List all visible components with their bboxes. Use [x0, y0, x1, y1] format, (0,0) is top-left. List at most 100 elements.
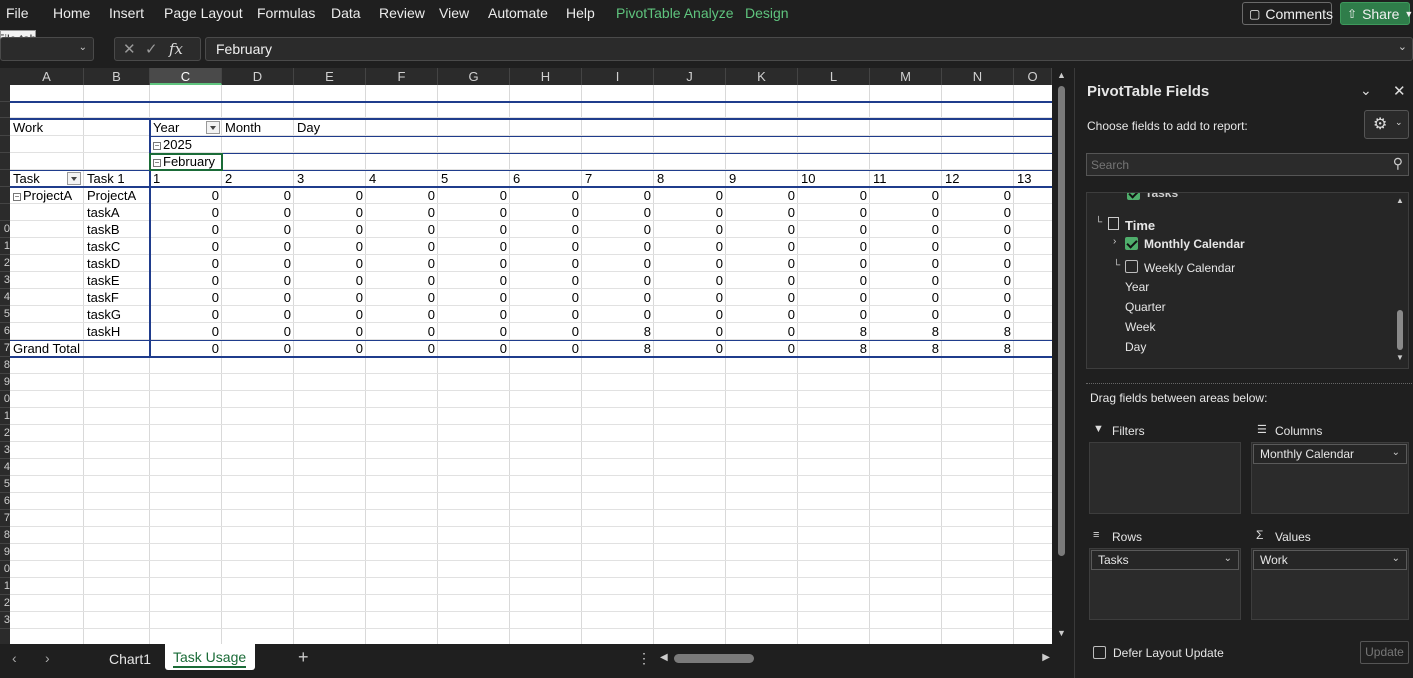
collapse-icon[interactable]: └ — [1113, 260, 1120, 271]
row-header[interactable]: 4 — [0, 289, 10, 306]
value-cell[interactable]: 0 — [441, 323, 507, 340]
task-name[interactable]: taskB — [87, 221, 147, 238]
value-cell[interactable]: 0 — [657, 306, 723, 323]
column-header-o[interactable]: O — [1014, 68, 1052, 85]
value-cell[interactable]: 0 — [297, 289, 363, 306]
row-header[interactable] — [0, 170, 10, 187]
filter-dropdown-icon[interactable] — [206, 121, 220, 134]
day-header-2[interactable]: 2 — [225, 170, 291, 187]
value-cell[interactable]: 0 — [297, 306, 363, 323]
settings-button[interactable]: ⚙ ⌄ — [1364, 110, 1409, 139]
value-cell[interactable]: 0 — [513, 255, 579, 272]
row-header[interactable]: 2 — [0, 595, 10, 612]
row-header[interactable]: 8 — [0, 357, 10, 374]
column-header-e[interactable]: E — [294, 68, 366, 85]
value-cell[interactable]: 0 — [945, 272, 1011, 289]
value-cell[interactable]: 8 — [945, 323, 1011, 340]
value-cell[interactable]: 0 — [657, 204, 723, 221]
row-header[interactable]: 9 — [0, 374, 10, 391]
tab-automate[interactable]: Automate — [488, 5, 548, 21]
value-cell[interactable]: 0 — [441, 289, 507, 306]
value-cell[interactable]: 0 — [873, 187, 939, 204]
collapse-icon[interactable]: └ — [1095, 217, 1102, 228]
value-cell[interactable]: 0 — [297, 238, 363, 255]
field-quarter[interactable]: Quarter — [1125, 300, 1166, 314]
prev-sheet-icon[interactable]: ‹ — [12, 650, 17, 666]
weekly-calendar-label[interactable]: Weekly Calendar — [1144, 261, 1235, 275]
day-header-5[interactable]: 5 — [441, 170, 507, 187]
value-cell[interactable]: 0 — [225, 272, 291, 289]
task-name[interactable]: taskE — [87, 272, 147, 289]
value-cell[interactable]: 0 — [153, 221, 219, 238]
pivot-field-day[interactable]: Day — [297, 119, 363, 136]
worksheet-grid[interactable]: ABCDEFGHIJKLMNO 012345678901234567890123… — [0, 68, 1052, 644]
scroll-down-icon[interactable]: ▼ — [1057, 628, 1066, 638]
value-cell[interactable]: 0 — [801, 255, 867, 272]
value-cell[interactable]: 0 — [369, 323, 435, 340]
value-cell[interactable]: 0 — [729, 289, 795, 306]
task-name[interactable]: taskD — [87, 255, 147, 272]
grand-total-cell[interactable]: 8 — [585, 340, 651, 357]
value-cell[interactable]: 0 — [441, 221, 507, 238]
pane-splitter[interactable] — [1086, 383, 1413, 384]
row-header[interactable]: 0 — [0, 221, 10, 238]
value-cell[interactable]: 0 — [441, 187, 507, 204]
tasks-checkbox[interactable] — [1127, 193, 1140, 200]
value-cell[interactable]: 0 — [657, 323, 723, 340]
value-cell[interactable]: 0 — [513, 289, 579, 306]
comments-button[interactable]: ▢ Comments — [1242, 2, 1333, 25]
grand-total-cell[interactable]: 8 — [801, 340, 867, 357]
row-header-task1[interactable]: Task 1 — [87, 170, 147, 187]
value-cell[interactable]: 8 — [585, 323, 651, 340]
row-header[interactable]: 3 — [0, 612, 10, 629]
value-cell[interactable]: 0 — [801, 272, 867, 289]
chevron-down-icon[interactable]: ⌄ — [1392, 553, 1400, 564]
formula-input[interactable]: February — [205, 37, 1413, 61]
scroll-right-icon[interactable]: ▶ — [1042, 652, 1050, 663]
day-header-7[interactable]: 7 — [585, 170, 651, 187]
rows-field-tasks[interactable]: Tasks ⌄ — [1091, 550, 1239, 570]
row-header[interactable] — [0, 204, 10, 221]
row-header[interactable] — [0, 102, 10, 118]
scroll-left-icon[interactable]: ◀ — [660, 652, 668, 663]
update-button[interactable]: Update — [1360, 641, 1409, 664]
tab-home[interactable]: Home — [53, 5, 90, 21]
collapse-icon[interactable]: − — [13, 193, 21, 201]
day-header-4[interactable]: 4 — [369, 170, 435, 187]
field-year[interactable]: Year — [1125, 280, 1149, 294]
tab-view[interactable]: View — [439, 5, 469, 21]
value-cell[interactable]: 0 — [225, 204, 291, 221]
tab-review[interactable]: Review — [379, 5, 425, 21]
column-header-m[interactable]: M — [870, 68, 942, 85]
day-header-12[interactable]: 12 — [945, 170, 1011, 187]
value-cell[interactable]: 0 — [873, 221, 939, 238]
value-cell[interactable]: 0 — [585, 272, 651, 289]
sheet-tab-chart1[interactable]: Chart1 — [109, 651, 151, 667]
chevron-down-icon[interactable]: ⌄ — [1224, 553, 1232, 564]
weekly-calendar-checkbox[interactable] — [1125, 260, 1138, 273]
tab-data[interactable]: Data — [331, 5, 361, 21]
value-cell[interactable]: 0 — [369, 204, 435, 221]
monthly-calendar-label[interactable]: Monthly Calendar — [1144, 237, 1245, 251]
row-header[interactable]: 8 — [0, 527, 10, 544]
row-header[interactable]: 3 — [0, 272, 10, 289]
column-header-f[interactable]: F — [366, 68, 438, 85]
value-cell[interactable]: 0 — [873, 238, 939, 255]
task-name[interactable]: taskF — [87, 289, 147, 306]
value-cell[interactable]: 0 — [297, 323, 363, 340]
value-cell[interactable]: 0 — [225, 255, 291, 272]
value-cell[interactable]: 0 — [153, 289, 219, 306]
value-cell[interactable]: 0 — [369, 221, 435, 238]
value-cell[interactable]: 0 — [369, 187, 435, 204]
grand-total-label[interactable]: Grand Total — [13, 340, 147, 357]
value-cell[interactable]: 0 — [153, 272, 219, 289]
monthly-calendar-checkbox[interactable] — [1125, 237, 1138, 250]
field-list-scrollbar[interactable]: ▲ ▼ — [1394, 193, 1406, 368]
values-field-work[interactable]: Work ⌄ — [1253, 550, 1407, 570]
value-cell[interactable]: 0 — [441, 272, 507, 289]
row-header[interactable]: 0 — [0, 391, 10, 408]
chevron-down-icon[interactable]: ⌄ — [1392, 447, 1400, 458]
row-header[interactable] — [0, 153, 10, 170]
tab-help[interactable]: Help — [566, 5, 595, 21]
day-header-8[interactable]: 8 — [657, 170, 723, 187]
